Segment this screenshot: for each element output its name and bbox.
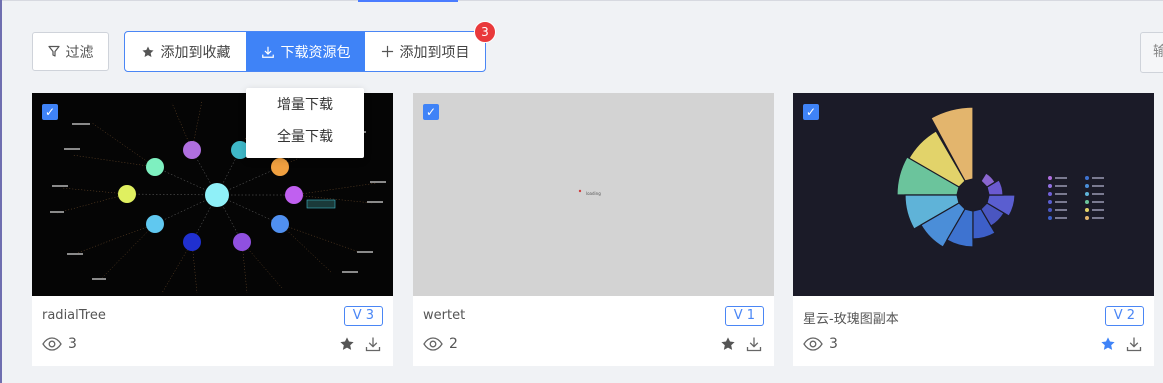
filter-button[interactable]: 过滤	[32, 32, 109, 71]
eye-icon	[803, 337, 823, 351]
resource-card[interactable]: loading ✓ wertet V 1 2	[413, 93, 774, 366]
add-to-project-button[interactable]: 添加到项目	[365, 32, 485, 71]
version-badge: V 2	[1104, 306, 1144, 326]
active-tab-indicator	[358, 0, 458, 2]
download-icon[interactable]	[1126, 336, 1142, 352]
resource-card[interactable]: ✓ 星云-玫瑰图副本 V 2 3	[793, 93, 1154, 366]
filter-icon	[47, 45, 60, 57]
view-count-value: 3	[829, 336, 838, 352]
view-count: 3	[803, 336, 838, 352]
rose-chart-preview-image	[793, 93, 1154, 296]
view-count-value: 3	[68, 336, 77, 352]
download-dropdown-menu: 增量下载 全量下载	[246, 88, 364, 158]
full-download-option[interactable]: 全量下载	[246, 122, 364, 152]
right-toolbar-button[interactable]: 输	[1140, 32, 1163, 73]
window-top-border	[0, 0, 1163, 1]
favorite-star-icon[interactable]	[1100, 336, 1116, 352]
loading-text: loading	[586, 191, 601, 196]
add-to-project-label: 添加到项目	[399, 44, 470, 61]
plus-icon	[381, 45, 393, 58]
download-pack-button[interactable]: 下载资源包	[246, 32, 365, 71]
loading-preview-image: loading	[413, 93, 774, 296]
view-count-value: 2	[449, 336, 458, 352]
card-title: radialTree	[42, 308, 106, 323]
star-icon	[141, 45, 154, 57]
card-title: 星云-玫瑰图副本	[803, 312, 899, 327]
card-title: wertet	[423, 308, 466, 323]
filter-label: 过滤	[65, 44, 94, 61]
version-badge: V 1	[724, 306, 764, 326]
download-pack-label: 下载资源包	[280, 44, 351, 61]
select-checkbox[interactable]: ✓	[423, 104, 439, 120]
incremental-download-option[interactable]: 增量下载	[246, 90, 364, 120]
window-left-border	[0, 0, 2, 383]
version-badge: V 3	[343, 306, 383, 326]
select-checkbox[interactable]: ✓	[803, 104, 819, 120]
card-thumbnail-rose-chart[interactable]	[793, 93, 1154, 296]
add-to-favorites-button[interactable]: 添加到收藏	[125, 32, 246, 71]
eye-icon	[423, 337, 443, 351]
card-thumbnail-loading[interactable]: loading	[413, 93, 774, 296]
favorite-star-icon[interactable]	[720, 336, 736, 352]
download-icon[interactable]	[365, 336, 381, 352]
eye-icon	[42, 337, 62, 351]
favorite-star-icon[interactable]	[339, 336, 355, 352]
add-to-favorites-label: 添加到收藏	[160, 44, 231, 61]
select-checkbox[interactable]: ✓	[42, 104, 58, 120]
download-icon[interactable]	[746, 336, 762, 352]
selection-count-badge: 3	[474, 21, 496, 43]
action-button-group: 添加到收藏 下载资源包 添加到项目	[124, 31, 486, 72]
view-count: 2	[423, 336, 458, 352]
view-count: 3	[42, 336, 77, 352]
download-icon	[261, 46, 274, 58]
